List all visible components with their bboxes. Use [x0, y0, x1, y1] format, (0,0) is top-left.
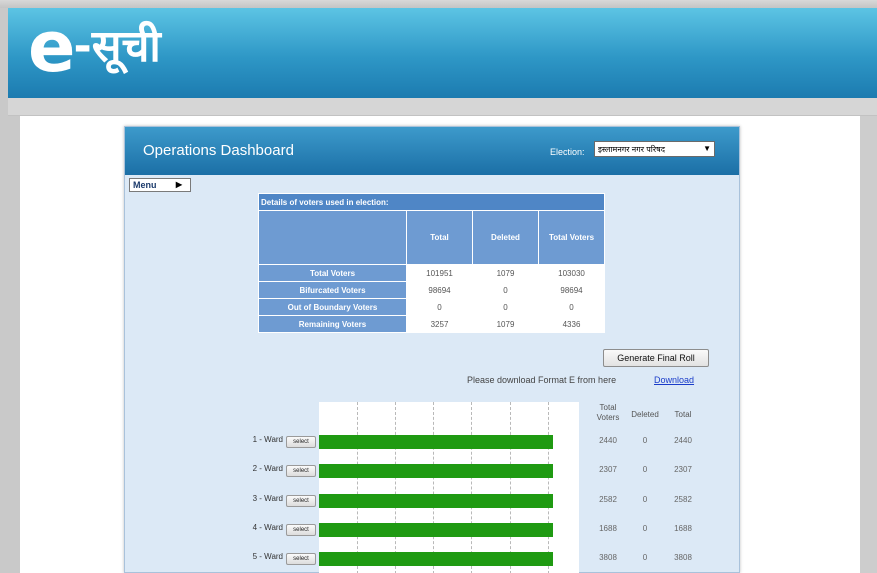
cell-total-voters: 103030 — [539, 265, 604, 281]
ward-deleted-value: 0 — [642, 465, 648, 475]
chart-gridline — [357, 402, 358, 573]
app-logo[interactable]: e-सूची — [28, 12, 161, 82]
cell-deleted: 1079 — [473, 316, 538, 332]
ward-bar-chart — [319, 402, 579, 573]
ward-select-button[interactable]: select — [286, 523, 316, 536]
ward-total-value: 2582 — [674, 494, 692, 504]
ward-progress-bar — [319, 493, 553, 508]
ward-deleted-value: 0 — [642, 436, 648, 445]
election-select-value: इस्लामनगर नगर परिषद — [598, 145, 665, 154]
ward-total-voters-value: 3808 — [599, 553, 617, 563]
logo-text: -सूची — [73, 21, 161, 72]
header-blank-cell — [259, 211, 406, 264]
ward-total-value: 2307 — [674, 465, 692, 475]
menu-arrow-icon: ▶ — [175, 180, 182, 189]
row-label: Out of Boundary Voters — [259, 299, 406, 315]
row-label: Remaining Voters — [259, 316, 406, 332]
cell-deleted: 0 — [473, 299, 538, 315]
chart-gridline — [510, 402, 511, 573]
cell-total: 98694 — [407, 282, 472, 298]
generate-final-roll-button[interactable]: Generate Final Roll — [603, 349, 709, 367]
ward-select-button[interactable]: select — [286, 553, 316, 566]
ward-label: 4 - Ward — [252, 522, 283, 532]
dropdown-arrow-icon: ▼ — [703, 144, 711, 153]
ward-progress-bar — [319, 464, 553, 479]
chart-gridline — [395, 402, 396, 573]
ward-total-voters-value: 2307 — [599, 465, 617, 475]
ward-deleted-value: 0 — [642, 553, 648, 563]
logo-e: e — [28, 6, 76, 88]
cell-total-voters: 4336 — [539, 316, 604, 332]
ward-select-button[interactable]: select — [286, 494, 316, 507]
menu-label: Menu — [133, 180, 157, 190]
cell-total-voters: 98694 — [539, 282, 604, 298]
row-label: Bifurcated Voters — [259, 282, 406, 298]
ward-label: 3 - Ward — [252, 493, 283, 503]
operations-dashboard-panel: Operations Dashboard Election: इस्लामनगर… — [124, 126, 740, 573]
ward-total-voters-value: 2582 — [599, 494, 617, 504]
table-row: Bifurcated Voters 98694 0 98694 — [259, 282, 604, 298]
ward-total-voters-value: 1688 — [599, 523, 617, 533]
cell-deleted: 0 — [473, 282, 538, 298]
chart-gridline — [548, 402, 549, 573]
ward-progress-bar — [319, 552, 553, 567]
cell-total: 101951 — [407, 265, 472, 281]
table-row: Total Voters 101951 1079 103030 — [259, 265, 604, 281]
window-top-edge — [0, 0, 877, 8]
ward-select-button[interactable]: select — [286, 436, 316, 448]
header-divider-bar — [8, 98, 877, 116]
voter-details-title: Details of voters used in election: — [259, 194, 604, 210]
ward-progress-bar — [319, 435, 553, 449]
ward-label: 1 - Ward — [252, 435, 283, 444]
ward-deleted-value: 0 — [642, 523, 648, 533]
cell-total-voters: 0 — [539, 299, 604, 315]
ward-total-voters-value: 2440 — [599, 436, 617, 445]
chart-gridline — [433, 402, 434, 573]
table-row: Out of Boundary Voters 0 0 0 — [259, 299, 604, 315]
dashboard-title: Operations Dashboard — [143, 142, 294, 159]
ward-label: 2 - Ward — [252, 464, 283, 474]
column-header-total: Total — [407, 211, 472, 264]
cell-total: 0 — [407, 299, 472, 315]
ward-total-value: 2440 — [674, 436, 692, 445]
ward-total-value: 1688 — [674, 523, 692, 533]
menu-button[interactable]: Menu ▶ — [129, 178, 191, 192]
download-link[interactable]: Download — [654, 375, 694, 385]
row-label: Total Voters — [259, 265, 406, 281]
cell-total: 3257 — [407, 316, 472, 332]
column-header-ward-total-voters: Total Voters — [596, 403, 620, 422]
ward-select-button[interactable]: select — [286, 465, 316, 478]
election-label: Election: — [550, 147, 585, 157]
download-instructions: Please download Format E from here — [467, 375, 617, 385]
ward-total-value: 3808 — [674, 553, 692, 563]
ward-deleted-value: 0 — [642, 494, 648, 504]
page-side-shadow — [860, 116, 877, 573]
cell-deleted: 1079 — [473, 265, 538, 281]
ward-progress-bar — [319, 522, 553, 537]
column-header-deleted: Deleted — [473, 211, 538, 264]
election-select[interactable]: इस्लामनगर नगर परिषद ▼ — [594, 141, 715, 157]
column-header-total-voters: Total Voters — [539, 211, 604, 264]
chart-gridline — [471, 402, 472, 573]
table-row: Remaining Voters 3257 1079 4336 — [259, 316, 604, 332]
dashboard-header: Operations Dashboard Election: इस्लामनगर… — [125, 127, 739, 175]
app-header: e-सूची — [8, 8, 877, 98]
voter-details-table: Details of voters used in election: Tota… — [258, 193, 605, 333]
column-header-ward-deleted: Deleted — [631, 410, 659, 419]
column-header-ward-total: Total — [674, 410, 692, 419]
ward-label: 5 - Ward — [252, 552, 283, 562]
